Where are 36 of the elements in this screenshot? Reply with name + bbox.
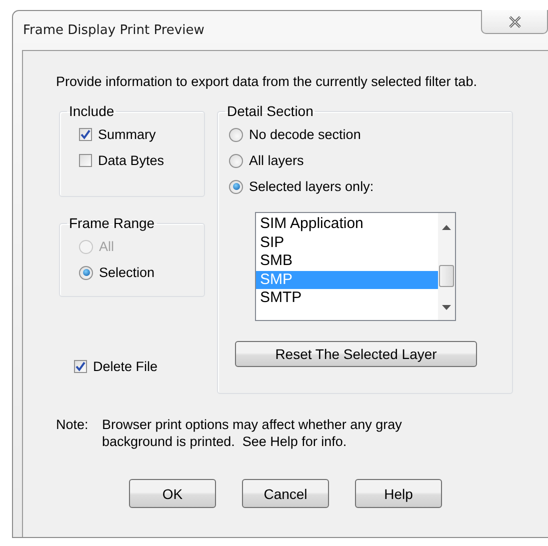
cancel-button[interactable]: Cancel xyxy=(242,479,329,508)
layer-listbox[interactable]: SIM Application SIP SMB SMP SMTP xyxy=(255,212,456,321)
group-label: Detail Section xyxy=(226,103,314,119)
list-item[interactable]: SIM Application xyxy=(256,215,438,234)
checkbox[interactable] xyxy=(74,360,87,373)
ok-button[interactable]: OK xyxy=(129,479,216,508)
checkbox-label[interactable]: Summary xyxy=(98,127,156,142)
help-button[interactable]: Help xyxy=(355,479,442,508)
checkbox-label[interactable]: Data Bytes xyxy=(98,153,164,168)
note-text: Browser print options may affect whether any gray background is printed. See Help for info. xyxy=(102,416,403,450)
close-button[interactable] xyxy=(481,10,548,34)
radio-label[interactable]: Selected layers only: xyxy=(249,179,374,194)
checkbox[interactable] xyxy=(79,128,92,141)
radio-label[interactable]: No decode section xyxy=(249,127,361,142)
close-icon xyxy=(508,16,522,28)
note-label: Note: xyxy=(56,416,90,434)
scroll-thumb[interactable] xyxy=(439,264,454,286)
scroll-down-icon[interactable] xyxy=(442,305,451,310)
radio-button[interactable] xyxy=(79,266,93,280)
list-item[interactable]: SMTP xyxy=(256,289,438,308)
radio-label[interactable]: All layers xyxy=(249,153,304,168)
group-label: Include xyxy=(68,103,116,119)
radio-button[interactable] xyxy=(229,180,243,194)
radio-button[interactable] xyxy=(229,128,243,142)
list-item[interactable]: SIP xyxy=(256,234,438,252)
reset-layer-button[interactable]: Reset The Selected Layer xyxy=(235,341,477,367)
radio-label[interactable]: Selection xyxy=(99,265,155,280)
group-label: Frame Range xyxy=(68,215,156,231)
checkbox-label[interactable]: Delete File xyxy=(93,359,158,374)
scroll-up-icon[interactable] xyxy=(442,225,451,230)
scrollbar[interactable] xyxy=(438,213,455,320)
instruction-text: Provide information to export data from the currently selected filter tab. xyxy=(56,74,478,89)
window-title: Frame Display Print Preview xyxy=(23,23,204,38)
checkbox[interactable] xyxy=(79,154,92,167)
list-item[interactable]: SMB xyxy=(256,252,438,270)
radio-button[interactable] xyxy=(229,154,243,168)
